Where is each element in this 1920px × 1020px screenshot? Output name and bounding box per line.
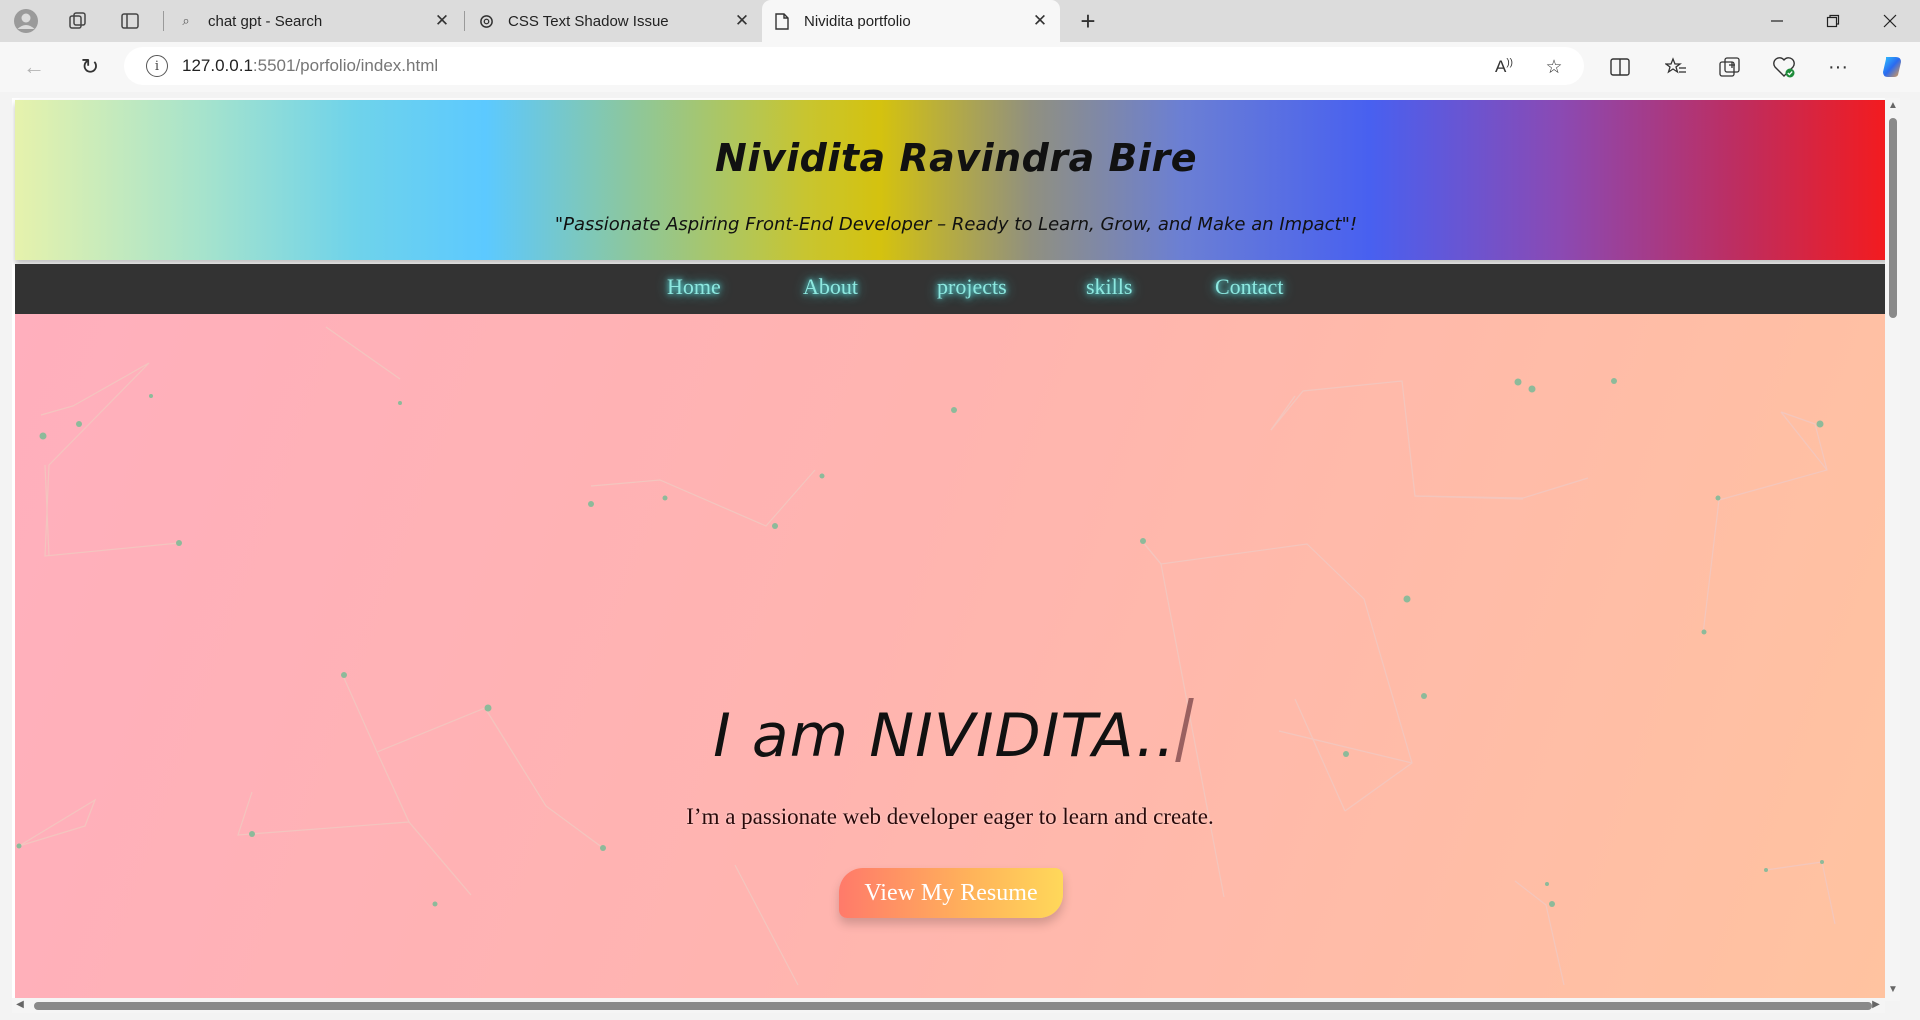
site-header: Nividita Ravindra Bire "Passionate Aspir… — [15, 100, 1897, 260]
scroll-left-icon[interactable]: ◀ — [14, 999, 26, 1011]
close-icon[interactable]: ✕ — [430, 9, 454, 33]
tab-nividita-portfolio[interactable]: Nividita portfolio ✕ — [762, 0, 1060, 42]
nav-link-contact[interactable]: Contact — [1215, 274, 1283, 300]
tab-bar: ⌕ chat gpt - Search ✕ CSS Text Shadow Is… — [0, 0, 1920, 42]
scroll-up-icon[interactable]: ▲ — [1887, 100, 1899, 112]
horizontal-scrollbar[interactable]: ◀ ▶ — [12, 998, 1885, 1013]
close-icon[interactable]: ✕ — [1028, 9, 1052, 33]
scroll-down-icon[interactable]: ▼ — [1887, 984, 1899, 996]
nav-link-projects[interactable]: projects — [937, 274, 1007, 300]
url-field[interactable]: i 127.0.0.1:5501/porfolio/index.html — [124, 47, 1584, 85]
browser-essentials-icon[interactable] — [1764, 50, 1804, 84]
hero-heading-text: I am NIVIDITA.. — [713, 701, 1176, 771]
view-resume-button[interactable]: View My Resume — [839, 868, 1063, 918]
horizontal-scroll-thumb[interactable] — [34, 1002, 1872, 1010]
workspaces-icon[interactable] — [62, 6, 94, 36]
hero-subtitle: I’m a passionate web developer eager to … — [686, 804, 1214, 829]
more-options-icon[interactable]: ··· — [1818, 50, 1858, 84]
nav-link-about[interactable]: About — [803, 274, 858, 300]
vertical-scroll-thumb[interactable] — [1889, 118, 1897, 318]
tab-css-text-shadow[interactable]: CSS Text Shadow Issue ✕ — [466, 0, 762, 42]
chatgpt-icon — [478, 13, 494, 29]
favorite-star-icon[interactable]: ☆ — [1536, 50, 1572, 84]
close-window-icon[interactable] — [1862, 0, 1918, 42]
search-icon: ⌕ — [182, 13, 190, 28]
read-aloud-icon[interactable]: A)) — [1486, 50, 1522, 84]
vertical-scrollbar[interactable]: ▲ ▼ — [1885, 98, 1900, 1001]
page-viewport: Nividita Ravindra Bire "Passionate Aspir… — [12, 98, 1900, 1000]
hero-section: I am NIVIDITA.. I’m a passionate web dev… — [15, 314, 1885, 1000]
back-arrow-icon[interactable]: ← — [16, 50, 52, 84]
site-tagline: "Passionate Aspiring Front-End Developer… — [554, 214, 1358, 235]
favorites-icon[interactable] — [1656, 50, 1696, 84]
split-screen-icon[interactable] — [1600, 50, 1640, 84]
site-title: Nividita Ravindra Bire — [715, 136, 1197, 180]
collections-icon[interactable] — [1710, 50, 1750, 84]
address-bar-row: ← ↻ i 127.0.0.1:5501/porfolio/index.html… — [0, 42, 1920, 92]
url-path: :5501/porfolio/index.html — [252, 56, 439, 75]
refresh-icon[interactable]: ↻ — [72, 50, 108, 84]
site-info-icon[interactable]: i — [146, 55, 168, 77]
url-host: 127.0.0.1 — [182, 56, 253, 75]
tab-title: Nividita portfolio — [804, 12, 911, 30]
profile-icon[interactable] — [10, 6, 42, 36]
new-tab-button[interactable]: + — [1071, 5, 1105, 37]
typing-cursor — [1175, 698, 1194, 762]
nav-link-home[interactable]: Home — [667, 274, 721, 300]
page-icon — [774, 12, 790, 30]
scroll-right-icon[interactable]: ▶ — [1870, 999, 1882, 1011]
minimize-icon[interactable] — [1749, 0, 1805, 42]
copilot-icon[interactable] — [1872, 50, 1912, 84]
restore-icon[interactable] — [1805, 0, 1861, 42]
site-nav: Home About projects skills Contact — [15, 264, 1885, 314]
tab-title: chat gpt - Search — [208, 12, 323, 30]
hero-heading: I am NIVIDITA.. — [15, 698, 1885, 771]
nav-link-skills[interactable]: skills — [1086, 274, 1132, 300]
tab-actions-icon[interactable] — [114, 6, 146, 36]
tab-title: CSS Text Shadow Issue — [508, 12, 669, 30]
close-icon[interactable]: ✕ — [730, 9, 754, 33]
tab-chat-gpt-search[interactable]: ⌕ chat gpt - Search ✕ — [166, 0, 462, 42]
